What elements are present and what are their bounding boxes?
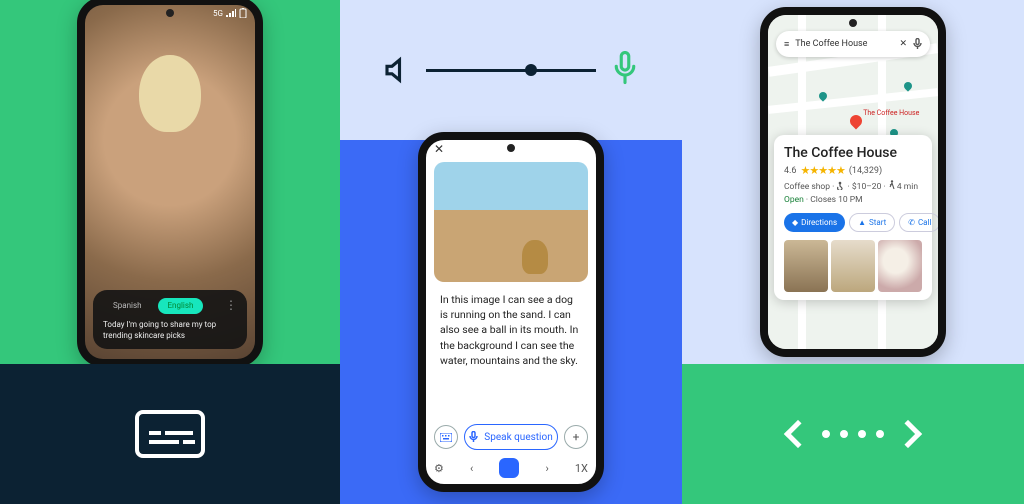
clear-icon[interactable]: ✕ xyxy=(899,39,907,49)
directions-button[interactable]: ◆ Directions xyxy=(784,213,845,232)
start-button[interactable]: ▲ Start xyxy=(849,213,895,232)
speak-question-button[interactable]: Speak question xyxy=(464,424,558,450)
nav-next[interactable]: › xyxy=(545,462,548,475)
stars-icon: ★★★★★ xyxy=(801,164,845,177)
caption-overlay: Spanish English ⋮ Today I'm going to sha… xyxy=(93,290,247,349)
phone-camera-dot xyxy=(507,144,515,152)
place-hours: Open · Closes 10 PM xyxy=(784,195,922,205)
language-switcher: Spanish English ⋮ xyxy=(103,298,237,314)
lang-spanish[interactable]: Spanish xyxy=(103,298,152,314)
place-card: The Coffee House 4.6 ★★★★★ (14,329) Coff… xyxy=(774,135,932,300)
phone-lookout: ✕ In this image I can see a dog is runni… xyxy=(418,132,604,492)
tile-maps-phone: The Coffee House ≡ The Coffee House ✕ Th… xyxy=(682,0,1024,364)
lang-english[interactable]: English xyxy=(158,298,204,314)
microphone-icon xyxy=(610,51,640,89)
caption-text: Today I'm going to share my top trending… xyxy=(103,320,237,341)
search-value: The Coffee House xyxy=(795,39,893,49)
status-bar: 5G xyxy=(213,8,247,18)
mic-small-icon xyxy=(469,431,478,443)
described-image xyxy=(434,162,588,282)
tile-caption-phone: 5G Spanish English ⋮ Today I'm going to … xyxy=(0,0,340,364)
speaker-icon xyxy=(382,55,412,85)
battery-icon xyxy=(239,8,247,18)
chevron-right-icon[interactable] xyxy=(894,420,922,448)
tile-image-describe-phone: ✕ In this image I can see a dog is runni… xyxy=(340,140,682,504)
place-photo[interactable] xyxy=(831,240,875,292)
nav-rate: 1X xyxy=(575,462,588,475)
mic-icon[interactable] xyxy=(913,38,922,50)
carousel-dots xyxy=(822,430,884,438)
place-photo[interactable] xyxy=(784,240,828,292)
carousel-dot[interactable] xyxy=(822,430,830,438)
status-5g: 5G xyxy=(213,9,223,18)
more-action-button[interactable]: Direct xyxy=(944,213,946,232)
keyboard-icon xyxy=(440,433,452,442)
place-photos xyxy=(784,240,922,292)
call-button[interactable]: ✆ Call xyxy=(899,213,940,232)
caption-icon xyxy=(135,410,205,458)
more-icon[interactable]: ⋮ xyxy=(225,298,237,314)
phone-camera-dot xyxy=(849,19,857,27)
nav-prev[interactable]: ‹ xyxy=(470,462,473,475)
nav-home[interactable] xyxy=(499,458,519,478)
walk-icon xyxy=(888,180,895,190)
keyboard-button[interactable] xyxy=(434,425,458,449)
place-photo[interactable] xyxy=(878,240,922,292)
map-pin-label: The Coffee House xyxy=(863,109,919,117)
phone-live-caption: 5G Spanish English ⋮ Today I'm going to … xyxy=(77,0,263,367)
map-pin[interactable] xyxy=(847,113,864,130)
volume-slider[interactable] xyxy=(426,69,596,72)
menu-icon[interactable]: ≡ xyxy=(784,39,789,50)
place-meta: Coffee shop · · $10–20 · 4 min xyxy=(784,180,922,192)
close-icon[interactable]: ✕ xyxy=(434,142,444,156)
phone-camera-dot xyxy=(166,9,174,17)
place-title: The Coffee House xyxy=(784,145,922,161)
tile-caption-glyph xyxy=(0,364,340,504)
carousel-dot[interactable] xyxy=(840,430,848,438)
place-actions: ◆ Directions ▲ Start ✆ Call Direct xyxy=(784,213,922,232)
phone-maps: The Coffee House ≡ The Coffee House ✕ Th… xyxy=(760,7,946,357)
chevron-left-icon[interactable] xyxy=(784,420,812,448)
image-description: In this image I can see a dog is running… xyxy=(440,292,582,368)
maps-search-bar[interactable]: ≡ The Coffee House ✕ xyxy=(776,31,930,57)
place-rating: 4.6 ★★★★★ (14,329) xyxy=(784,164,922,177)
signal-icon xyxy=(226,9,236,17)
settings-icon[interactable]: ⚙ xyxy=(434,462,444,475)
wheelchair-icon xyxy=(836,181,845,190)
carousel-dot[interactable] xyxy=(858,430,866,438)
tile-volume xyxy=(340,0,682,140)
phone-bottom-nav: ⚙ ‹ › 1X xyxy=(434,458,588,478)
carousel-dot[interactable] xyxy=(876,430,884,438)
tile-carousel xyxy=(682,364,1024,504)
add-button[interactable]: + xyxy=(564,425,588,449)
